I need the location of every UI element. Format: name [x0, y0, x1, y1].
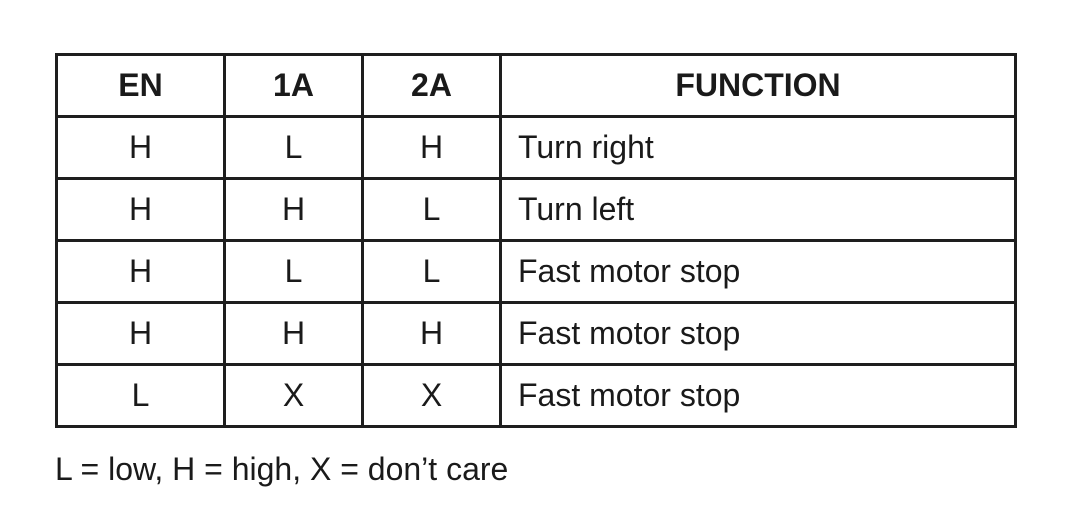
cell-function: Turn right	[499, 115, 1017, 180]
cell-en: H	[55, 301, 226, 366]
table-row: H H L Turn left	[55, 177, 1017, 242]
table-row: H L L Fast motor stop	[55, 239, 1017, 304]
header-1a: 1A	[223, 53, 364, 118]
cell-en: H	[55, 115, 226, 180]
cell-function: Turn left	[499, 177, 1017, 242]
table-row: H L H Turn right	[55, 115, 1017, 180]
cell-2a: X	[361, 363, 502, 428]
header-en: EN	[55, 53, 226, 118]
cell-en: H	[55, 239, 226, 304]
table-row: L X X Fast motor stop	[55, 363, 1017, 428]
cell-1a: H	[223, 177, 364, 242]
header-2a: 2A	[361, 53, 502, 118]
cell-en: H	[55, 177, 226, 242]
cell-2a: H	[361, 115, 502, 180]
legend-note: L = low, H = high, X = don’t care	[55, 451, 509, 487]
cell-1a: H	[223, 301, 364, 366]
cell-2a: L	[361, 177, 502, 242]
truth-table: EN 1A 2A FUNCTION H L H Turn right H H L…	[55, 53, 1017, 428]
header-row: EN 1A 2A FUNCTION	[55, 53, 1017, 118]
cell-function: Fast motor stop	[499, 239, 1017, 304]
header-function: FUNCTION	[499, 53, 1017, 118]
cell-en: L	[55, 363, 226, 428]
cell-1a: L	[223, 239, 364, 304]
cell-2a: H	[361, 301, 502, 366]
cell-function: Fast motor stop	[499, 301, 1017, 366]
table-row: H H H Fast motor stop	[55, 301, 1017, 366]
cell-1a: X	[223, 363, 364, 428]
cell-2a: L	[361, 239, 502, 304]
cell-function: Fast motor stop	[499, 363, 1017, 428]
cell-1a: L	[223, 115, 364, 180]
